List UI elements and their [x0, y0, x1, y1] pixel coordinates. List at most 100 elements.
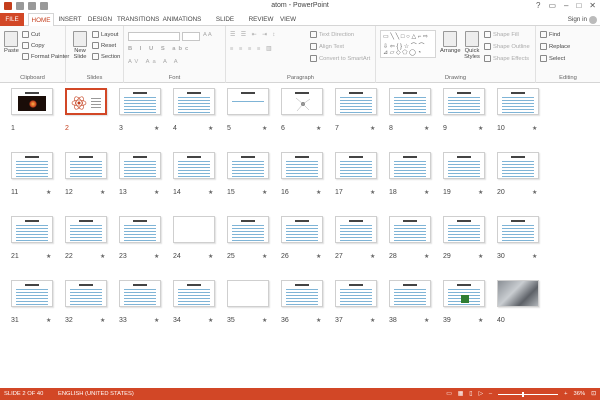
animation-star-icon[interactable]: ★: [262, 253, 267, 260]
slide-thumbnail[interactable]: [281, 88, 323, 115]
layout-button[interactable]: Layout: [92, 31, 118, 38]
font-name-field[interactable]: [128, 32, 180, 41]
tab-animations[interactable]: ANIMATIONS: [162, 13, 202, 26]
tab-file[interactable]: FILE: [0, 13, 24, 26]
shapes-gallery[interactable]: ▭ ╲ ╲ □ ○ △ ⌐ ⇨ ⇩ ⇦ { } ☆ ⌒ ⌒ ⊿ ▱ ◇ ⬠ ◯ …: [380, 30, 436, 58]
reset-button[interactable]: Reset: [92, 42, 116, 49]
tab-design[interactable]: DESIGN: [87, 13, 113, 26]
slide-thumbnail[interactable]: [497, 216, 539, 243]
animation-star-icon[interactable]: ★: [208, 189, 213, 196]
slide-thumbnail[interactable]: [11, 152, 53, 179]
animation-star-icon[interactable]: ★: [316, 189, 321, 196]
animation-star-icon[interactable]: ★: [424, 253, 429, 260]
tab-home[interactable]: HOME: [28, 13, 54, 27]
replace-button[interactable]: Replace: [540, 43, 570, 50]
tab-slide-show[interactable]: SLIDE SHOW: [206, 13, 244, 36]
section-button[interactable]: Section: [92, 53, 120, 60]
help-icon[interactable]: ?: [536, 1, 540, 10]
slide-thumbnail[interactable]: [65, 280, 107, 307]
animation-star-icon[interactable]: ★: [370, 253, 375, 260]
animation-star-icon[interactable]: ★: [478, 125, 483, 132]
tab-insert[interactable]: INSERT: [57, 13, 83, 26]
minimize-icon[interactable]: –: [564, 1, 568, 10]
new-slide-button[interactable]: New Slide: [70, 31, 90, 60]
animation-star-icon[interactable]: ★: [262, 125, 267, 132]
slide-thumbnail[interactable]: [443, 152, 485, 179]
slide-thumbnail[interactable]: [227, 152, 269, 179]
zoom-level[interactable]: 36%: [574, 388, 586, 400]
list-buttons[interactable]: ☰ ☰ ⇤ ⇥ ↕: [230, 32, 277, 38]
close-icon[interactable]: ✕: [589, 1, 596, 10]
view-slideshow-icon[interactable]: ▷: [478, 388, 482, 400]
paste-button[interactable]: Paste: [4, 31, 19, 54]
animation-star-icon[interactable]: ★: [316, 253, 321, 260]
animation-star-icon[interactable]: ★: [154, 125, 159, 132]
animation-star-icon[interactable]: ★: [424, 189, 429, 196]
slide-thumbnail[interactable]: [281, 216, 323, 243]
animation-star-icon[interactable]: ★: [154, 189, 159, 196]
shape-effects-button[interactable]: Shape Effects: [484, 55, 529, 62]
slide-thumbnail[interactable]: [281, 280, 323, 307]
slide-thumbnail[interactable]: [443, 216, 485, 243]
arrange-button[interactable]: Arrange: [440, 31, 461, 54]
slide-thumbnail[interactable]: [497, 88, 539, 115]
find-button[interactable]: Find: [540, 31, 560, 38]
animation-star-icon[interactable]: ★: [370, 189, 375, 196]
avatar[interactable]: [589, 16, 597, 24]
animation-star-icon[interactable]: ★: [46, 189, 51, 196]
animation-star-icon[interactable]: ★: [100, 317, 105, 324]
slide-thumbnail[interactable]: [497, 280, 539, 307]
copy-button[interactable]: Copy: [22, 42, 45, 49]
animation-star-icon[interactable]: ★: [424, 317, 429, 324]
shape-fill-button[interactable]: Shape Fill: [484, 31, 519, 38]
animation-star-icon[interactable]: ★: [316, 125, 321, 132]
animation-star-icon[interactable]: ★: [478, 253, 483, 260]
tab-review[interactable]: REVIEW: [248, 13, 274, 26]
animation-star-icon[interactable]: ★: [100, 253, 105, 260]
animation-star-icon[interactable]: ★: [208, 317, 213, 324]
shape-outline-button[interactable]: Shape Outline: [484, 43, 530, 50]
slide-thumbnail[interactable]: [443, 88, 485, 115]
animation-star-icon[interactable]: ★: [370, 317, 375, 324]
animation-star-icon[interactable]: ★: [46, 317, 51, 324]
slide-thumbnail[interactable]: [335, 216, 377, 243]
animation-star-icon[interactable]: ★: [46, 253, 51, 260]
animation-star-icon[interactable]: ★: [478, 189, 483, 196]
animation-star-icon[interactable]: ★: [316, 317, 321, 324]
slide-thumbnail[interactable]: [335, 280, 377, 307]
view-normal-icon[interactable]: ▭: [446, 388, 451, 400]
slide-thumbnail[interactable]: [389, 280, 431, 307]
slide-thumbnail[interactable]: [119, 280, 161, 307]
font-size-buttons[interactable]: A A: [203, 32, 212, 38]
animation-star-icon[interactable]: ★: [532, 189, 537, 196]
slide-thumbnail[interactable]: [389, 216, 431, 243]
slide-thumbnail[interactable]: [389, 152, 431, 179]
slide-thumbnail[interactable]: [335, 88, 377, 115]
tab-transitions[interactable]: TRANSITIONS: [117, 13, 159, 26]
cut-button[interactable]: Cut: [22, 31, 40, 38]
convert-smartart-button[interactable]: Convert to SmartArt: [310, 55, 370, 62]
slide-thumbnail[interactable]: [11, 280, 53, 307]
quick-styles-button[interactable]: Quick Styles: [462, 31, 482, 60]
slide-thumbnail[interactable]: [11, 88, 53, 115]
animation-star-icon[interactable]: ★: [100, 189, 105, 196]
font-format-buttons[interactable]: B I U S abc: [128, 46, 191, 52]
animation-star-icon[interactable]: ★: [154, 317, 159, 324]
slide-thumbnail[interactable]: [65, 88, 107, 115]
slide-thumbnail[interactable]: [65, 152, 107, 179]
slide-thumbnail[interactable]: [173, 280, 215, 307]
animation-star-icon[interactable]: ★: [478, 317, 483, 324]
view-sorter-icon[interactable]: ▦: [458, 388, 463, 400]
text-direction-button[interactable]: Text Direction: [310, 31, 354, 38]
slide-thumbnail[interactable]: [11, 216, 53, 243]
align-buttons[interactable]: ≡ ≡ ≡ ≡ ▥: [230, 46, 273, 52]
ribbon-display-icon[interactable]: ▭: [548, 1, 556, 10]
slide-thumbnail[interactable]: [173, 216, 215, 243]
slide-thumbnail[interactable]: [119, 152, 161, 179]
fit-slide-icon[interactable]: ⊡: [591, 388, 596, 400]
language-indicator[interactable]: ENGLISH (UNITED STATES): [58, 388, 134, 400]
animation-star-icon[interactable]: ★: [532, 253, 537, 260]
slide-thumbnail[interactable]: [227, 216, 269, 243]
animation-star-icon[interactable]: ★: [424, 125, 429, 132]
select-button[interactable]: Select: [540, 55, 565, 62]
